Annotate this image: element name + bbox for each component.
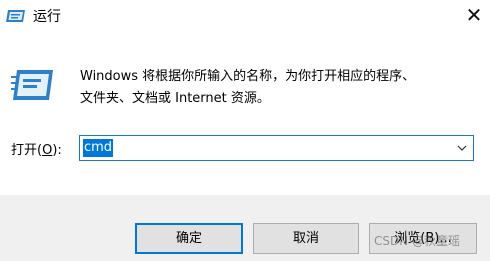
cancel-button[interactable]: 取消 [253, 223, 359, 254]
run-large-icon [11, 68, 55, 102]
window-title: 运行 [33, 9, 61, 25]
open-combobox[interactable]: cmd [79, 135, 474, 161]
ok-button[interactable]: 确定 [135, 223, 243, 254]
close-button[interactable]: ✕ [458, 2, 490, 28]
accelerator-key: O [42, 143, 53, 158]
open-input-value[interactable]: cmd [83, 139, 114, 157]
open-label: 打开(O): [11, 143, 62, 158]
description-text: Windows 将根据你所输入的名称，为你打开相应的程序、 文件夹、文档或 In… [80, 69, 416, 106]
browse-button[interactable]: 浏览(B)... [369, 223, 477, 254]
chevron-down-icon[interactable] [455, 139, 469, 157]
run-icon [6, 8, 26, 22]
close-icon: ✕ [465, 3, 483, 27]
title-bar: 运行 ✕ [0, 0, 490, 30]
